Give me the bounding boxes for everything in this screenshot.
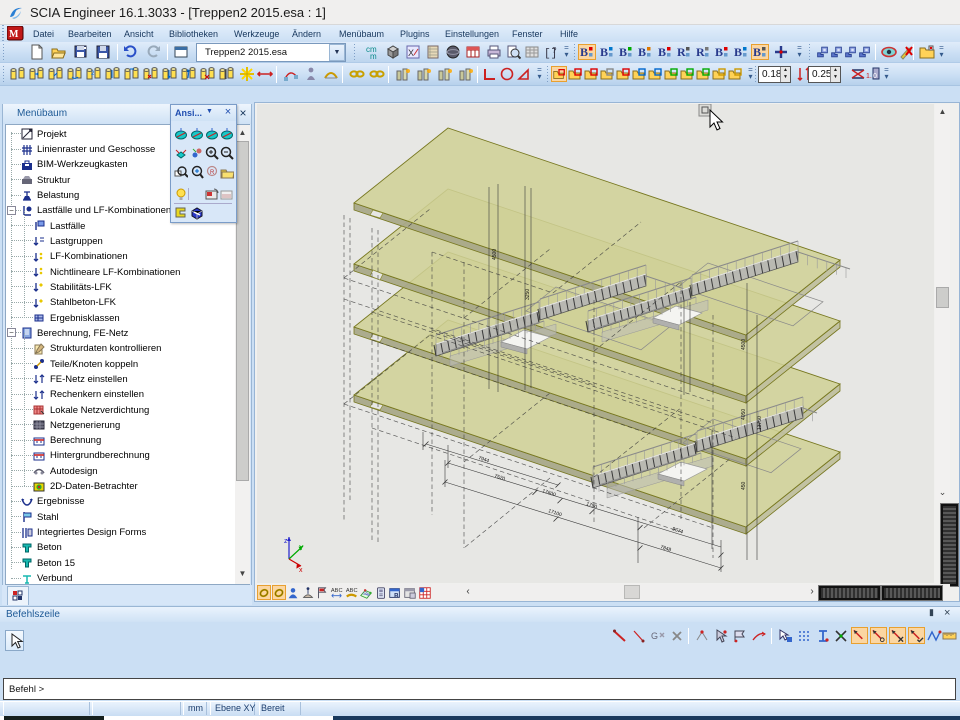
svg-text:R: R xyxy=(210,170,215,176)
svg-text:ABC: ABC xyxy=(331,588,343,594)
svg-text:4500: 4500 xyxy=(492,249,498,260)
svg-text:R: R xyxy=(677,45,686,59)
svg-text:G: G xyxy=(651,631,658,641)
svg-text:1750: 1750 xyxy=(585,501,598,510)
svg-text:?: ? xyxy=(552,46,557,55)
svg-text:B: B xyxy=(715,45,723,59)
svg-text:B: B xyxy=(734,45,742,59)
svg-text:4050: 4050 xyxy=(741,409,747,420)
svg-text:X: X xyxy=(408,48,414,58)
svg-text:m: m xyxy=(370,52,377,60)
svg-text:B: B xyxy=(600,45,608,59)
svg-text:13750: 13750 xyxy=(757,416,763,430)
svg-text:7848: 7848 xyxy=(659,544,672,553)
svg-text:M: M xyxy=(9,29,19,40)
svg-text:9674: 9674 xyxy=(671,526,684,535)
svg-text:R: R xyxy=(696,45,705,59)
svg-text:0: 0 xyxy=(873,73,877,80)
svg-text:17600: 17600 xyxy=(541,488,556,498)
svg-text:17100: 17100 xyxy=(547,508,562,518)
svg-text:B: B xyxy=(580,45,588,59)
svg-text:7520: 7520 xyxy=(493,473,506,482)
svg-text:B: B xyxy=(658,45,666,59)
svg-text:2: 2 xyxy=(91,71,95,77)
svg-text:B: B xyxy=(619,45,627,59)
svg-text:1.: 1. xyxy=(866,73,872,80)
svg-text:x: x xyxy=(299,567,303,574)
svg-text:7944: 7944 xyxy=(477,455,490,464)
svg-text:3250: 3250 xyxy=(525,289,531,300)
svg-text:B: B xyxy=(638,45,646,59)
svg-text:z: z xyxy=(284,538,288,545)
svg-text:B: B xyxy=(395,592,400,599)
svg-text:450: 450 xyxy=(741,481,747,490)
svg-text:Y: Y xyxy=(299,545,304,552)
svg-text:B: B xyxy=(753,45,761,59)
svg-text:ABC: ABC xyxy=(345,588,357,594)
svg-text:4500: 4500 xyxy=(741,339,747,350)
